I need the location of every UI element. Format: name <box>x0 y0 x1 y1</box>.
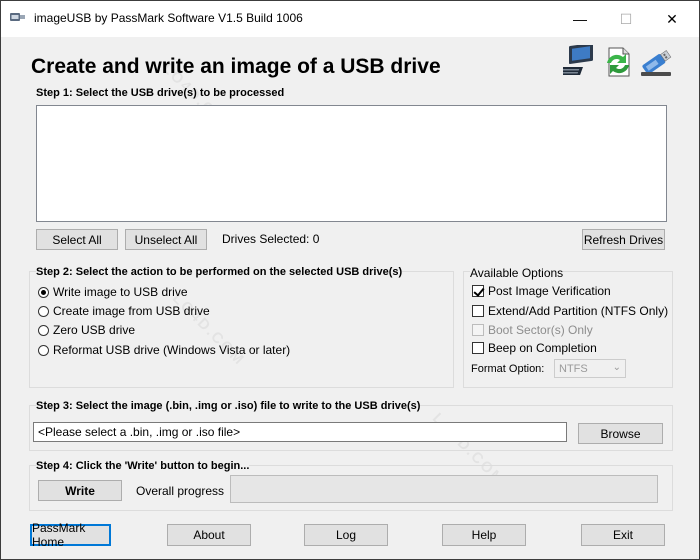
close-button[interactable]: ✕ <box>649 1 695 37</box>
write-button[interactable]: Write <box>38 480 122 501</box>
maximize-button[interactable]: ☐ <box>603 1 649 37</box>
format-option-label: Format Option: <box>471 363 545 375</box>
overall-progress-bar <box>230 475 658 503</box>
action-label: Zero USB drive <box>53 323 136 337</box>
usb-drive-icon <box>641 50 672 76</box>
option-boot-sector-only: Boot Sector(s) Only <box>472 323 593 337</box>
action-reformat-usb[interactable]: Reformat USB drive (Windows Vista or lat… <box>38 343 290 357</box>
passmark-home-button[interactable]: PassMark Home <box>30 521 111 549</box>
unselect-all-button[interactable]: Unselect All <box>125 229 207 250</box>
action-label: Write image to USB drive <box>53 285 188 299</box>
log-button[interactable]: Log <box>304 524 388 546</box>
option-label: Extend/Add Partition (NTFS Only) <box>488 304 669 318</box>
option-label: Beep on Completion <box>488 341 597 355</box>
format-option-select: NTFS ⌄ <box>554 359 626 378</box>
help-button[interactable]: Help <box>442 524 526 546</box>
checkbox[interactable] <box>472 342 484 354</box>
browse-button[interactable]: Browse <box>578 423 663 444</box>
computer-icon <box>563 45 593 75</box>
app-window: LO4D.COM LO4D.COM LO4D.COM LO4D.COM imag… <box>0 0 700 560</box>
action-zero-usb[interactable]: Zero USB drive <box>38 323 135 337</box>
action-write-image[interactable]: Write image to USB drive <box>38 285 188 299</box>
option-extend-partition[interactable]: Extend/Add Partition (NTFS Only) <box>472 304 668 318</box>
exit-button[interactable]: Exit <box>581 524 665 546</box>
image-file-field[interactable]: <Please select a .bin, .img or .iso file… <box>33 422 567 442</box>
title-bar: imageUSB by PassMark Software V1.5 Build… <box>1 1 699 37</box>
option-label: Boot Sector(s) Only <box>488 323 593 337</box>
radio-button[interactable] <box>38 344 49 356</box>
step3-label: Step 3: Select the image (.bin, .img or … <box>36 400 421 412</box>
option-post-image-verification[interactable]: Post Image Verification <box>472 284 611 298</box>
action-label: Reformat USB drive (Windows Vista or lat… <box>53 343 291 357</box>
action-label: Create image from USB drive <box>53 304 210 318</box>
select-all-button[interactable]: Select All <box>36 229 118 250</box>
refresh-drives-button[interactable]: Refresh Drives <box>582 229 665 250</box>
checkbox[interactable] <box>472 305 484 317</box>
radio-button[interactable] <box>38 305 49 317</box>
options-label: Available Options <box>470 266 564 280</box>
overall-progress-label: Overall progress <box>136 484 225 498</box>
chevron-down-icon: ⌄ <box>612 362 621 373</box>
usb-drive-list[interactable] <box>36 105 667 222</box>
step2-label: Step 2: Select the action to be performe… <box>36 266 403 278</box>
radio-button[interactable] <box>38 324 49 336</box>
header-icons <box>563 45 672 79</box>
radio-button[interactable] <box>38 286 49 298</box>
app-icon <box>10 13 25 21</box>
checkbox[interactable] <box>472 285 484 297</box>
step4-label: Step 4: Click the 'Write' button to begi… <box>36 460 250 472</box>
minimize-button[interactable]: — <box>557 1 603 37</box>
page-title: Create and write an image of a USB drive <box>31 55 441 78</box>
checkbox <box>472 324 484 336</box>
format-option-value: NTFS <box>559 362 588 375</box>
option-label: Post Image Verification <box>488 284 611 298</box>
refresh-arrows-icon <box>607 47 630 77</box>
action-create-image[interactable]: Create image from USB drive <box>38 304 210 318</box>
option-beep-on-completion[interactable]: Beep on Completion <box>472 341 597 355</box>
step1-label: Step 1: Select the USB drive(s) to be pr… <box>36 87 285 99</box>
window-title: imageUSB by PassMark Software V1.5 Build… <box>34 11 303 25</box>
drives-selected-count: Drives Selected: 0 <box>222 232 320 246</box>
about-button[interactable]: About <box>167 524 251 546</box>
